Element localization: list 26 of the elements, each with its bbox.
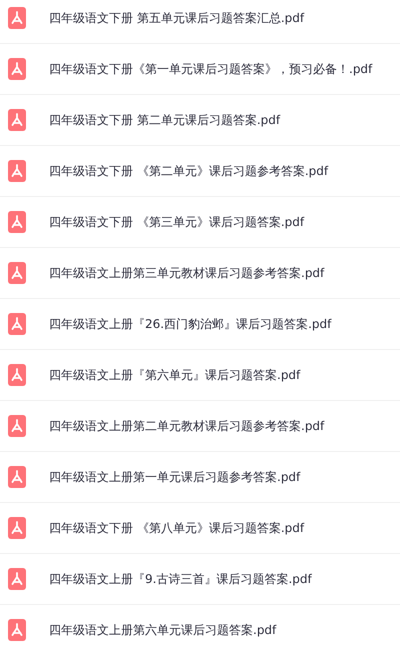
pdf-file-icon [8,568,26,590]
file-name[interactable]: 四年级语文上册第一单元课后习题参考答案.pdf [49,468,300,486]
file-name[interactable]: 四年级语文上册『第六单元』课后习题答案.pdf [49,366,300,384]
file-name[interactable]: 四年级语文下册 《第三单元》课后习题答案.pdf [49,214,304,230]
file-name[interactable]: 四年级语文上册『26.西门豹治邺』课后习题答案.pdf [49,316,332,332]
file-name[interactable]: 四年级语文下册《第一单元课后习题答案》，预习必备！.pdf [49,60,372,78]
pdf-file-icon [8,58,26,80]
pdf-file-icon [8,517,26,539]
file-name[interactable]: 四年级语文上册第六单元课后习题答案.pdf [49,622,276,638]
file-name[interactable]: 四年级语文下册 第五单元课后习题答案汇总.pdf [49,10,304,26]
file-name[interactable]: 四年级语文上册第二单元教材课后习题参考答案.pdf [49,418,324,434]
file-name[interactable]: 四年级语文下册 《第八单元》课后习题答案.pdf [49,520,304,536]
file-name[interactable]: 四年级语文上册第三单元教材课后习题参考答案.pdf [49,264,324,282]
pdf-file-icon [8,262,26,284]
pdf-file-icon [8,7,26,29]
pdf-file-icon [8,211,26,233]
pdf-file-icon [8,466,26,488]
pdf-file-icon [8,313,26,335]
pdf-file-icon [8,415,26,437]
pdf-file-icon [8,619,26,641]
file-name[interactable]: 四年级语文上册『9.古诗三首』课后习题答案.pdf [49,570,312,588]
file-name[interactable]: 四年级语文下册 第二单元课后习题答案.pdf [49,112,280,128]
pdf-file-icon [8,109,26,131]
file-name[interactable]: 四年级语文下册 《第二单元》课后习题参考答案.pdf [49,162,328,180]
pdf-file-icon [8,160,26,182]
pdf-file-icon [8,364,26,386]
